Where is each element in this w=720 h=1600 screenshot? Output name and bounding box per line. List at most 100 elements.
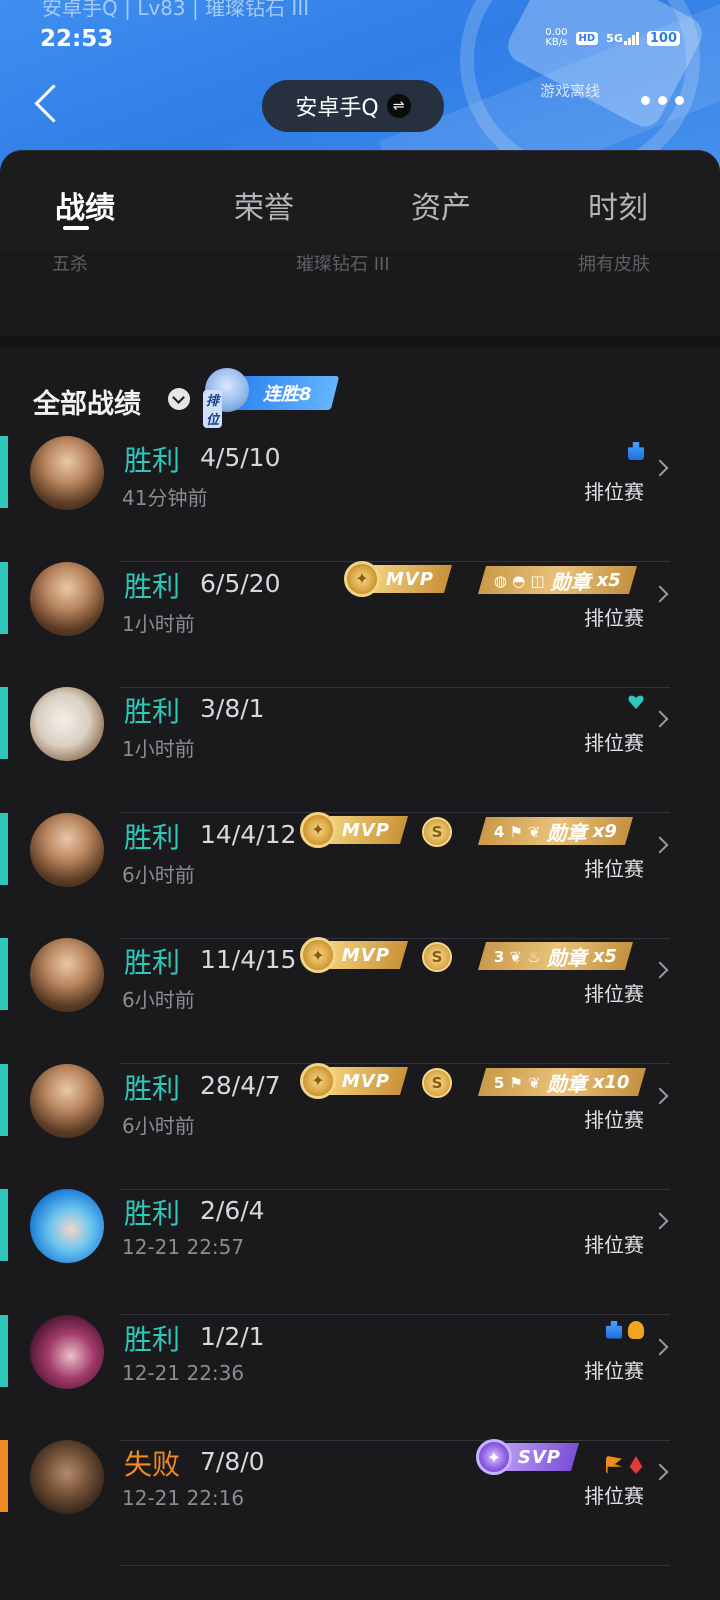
tab-assets[interactable]: 资产 — [411, 183, 471, 227]
hero-avatar[interactable] — [30, 1063, 104, 1138]
swap-icon: ⇌ — [386, 94, 411, 118]
result-accent-bar — [0, 1063, 8, 1136]
match-list-filter[interactable]: 全部战绩 — [33, 382, 141, 421]
hero-avatar[interactable] — [30, 1314, 104, 1389]
chevron-right-icon[interactable] — [651, 1087, 669, 1104]
stat-label-pentakill: 五杀 — [52, 254, 88, 275]
status-bar-indicators: 0.00 KB/s HD 5G 100 — [545, 28, 680, 48]
mvp-emblem-icon: ✦ — [300, 1062, 336, 1099]
match-time: 12-21 22:36 — [122, 1360, 245, 1385]
hero-avatar[interactable] — [30, 1189, 104, 1263]
network-speed-unit: KB/s — [545, 37, 568, 48]
match-row[interactable]: 胜利 3/8/1 1小时前 排位赛 — [0, 687, 720, 813]
tab-honor[interactable]: 荣誉 — [234, 183, 294, 227]
match-mode: 排位赛 — [584, 982, 644, 1006]
chevron-right-icon[interactable] — [651, 585, 669, 602]
match-row[interactable]: 胜利 4/5/10 41分钟前 排位赛 — [0, 436, 720, 562]
tab-bar: 战绩 荣誉 资产 时刻 — [0, 150, 720, 252]
medal-content: 5 ⚑ ❦ 勋章 x10 — [494, 1067, 630, 1096]
match-mode: 排位赛 — [584, 1233, 644, 1257]
match-kda: 3/8/1 — [200, 694, 265, 723]
match-mode: 排位赛 — [584, 1484, 644, 1508]
match-row[interactable]: 胜利 2/6/4 12-21 22:57 排位赛 — [0, 1189, 720, 1315]
match-time: 12-21 22:57 — [122, 1235, 245, 1259]
match-result: 胜利 — [124, 1071, 181, 1105]
mvp-emblem-icon: ✦ — [300, 937, 336, 973]
tab-moments[interactable]: 时刻 — [588, 183, 648, 227]
match-kda: 7/8/0 — [200, 1447, 265, 1476]
mvp-badge: ✦ MVP — [344, 560, 453, 597]
match-row[interactable]: 胜利 1/2/1 12-21 22:36 排位赛 — [0, 1314, 720, 1441]
match-mode: 排位赛 — [584, 1358, 644, 1383]
medal-icons: ◍ ◓ ◫ — [494, 570, 545, 589]
match-kda: 2/6/4 — [200, 1196, 265, 1225]
chevron-right-icon[interactable] — [651, 836, 669, 853]
chevron-right-icon[interactable] — [651, 961, 669, 979]
match-time: 41分钟前 — [122, 486, 208, 510]
hero-avatar[interactable] — [30, 812, 104, 887]
hero-avatar[interactable] — [30, 561, 104, 636]
match-row[interactable]: 失败 7/8/0 12-21 22:16 排位赛 ✦ SVP — [0, 1439, 720, 1566]
medal-label: 勋章 — [546, 945, 587, 970]
medal-banner: ◍ ◓ ◫ 勋章 x5 — [477, 565, 637, 594]
medal-label: 勋章 — [550, 569, 591, 593]
match-kda: 1/2/1 — [200, 1321, 265, 1351]
chevron-right-icon[interactable] — [651, 1212, 669, 1230]
match-mode: 排位赛 — [584, 731, 644, 755]
match-time: 6小时前 — [122, 988, 195, 1012]
match-time: 6小时前 — [122, 862, 195, 887]
account-switcher[interactable]: 安卓手Q ⇌ — [262, 80, 444, 132]
match-row[interactable]: 胜利 11/4/15 6小时前 排位赛 ✦ MVP S 3 ❦ ♨ 勋章 x5 — [0, 937, 720, 1064]
medal-icons: 5 ⚑ ❦ — [494, 1072, 541, 1091]
achievement-icons — [606, 1456, 644, 1474]
tab-record[interactable]: 战绩 — [55, 183, 115, 227]
match-row[interactable]: 胜利 14/4/12 6小时前 排位赛 ✦ MVP S 4 ⚑ ❦ 勋章 x9 — [0, 811, 720, 939]
mvp-emblem-icon: ✦ — [300, 811, 336, 848]
medal-icons: 3 ❦ ♨ — [494, 947, 541, 965]
s-coin-icon: S — [422, 942, 452, 972]
match-result: 胜利 — [124, 444, 181, 477]
more-options-button[interactable] — [641, 96, 684, 105]
hero-avatar[interactable] — [30, 436, 104, 510]
result-accent-bar — [0, 561, 8, 634]
match-mode: 排位赛 — [584, 605, 644, 630]
mvp-badge: ✦ MVP — [300, 937, 409, 973]
match-row[interactable]: 胜利 28/4/7 6小时前 排位赛 ✦ MVP S 5 ⚑ ❦ 勋章 x10 — [0, 1062, 720, 1190]
medal-banner: 5 ⚑ ❦ 勋章 x10 — [477, 1067, 646, 1096]
streak-text: 连胜8 — [262, 384, 312, 405]
hero-avatar[interactable] — [30, 1440, 104, 1514]
hero-avatar[interactable] — [30, 938, 104, 1012]
back-button[interactable] — [30, 84, 70, 128]
medal-banner: 4 ⚑ ❦ 勋章 x9 — [477, 816, 634, 845]
medal-band: 3 ❦ ♨ 勋章 x5 — [477, 942, 634, 970]
chevron-right-icon[interactable] — [651, 710, 669, 728]
match-mode: 排位赛 — [584, 1107, 644, 1132]
network-speed: 0.00 KB/s — [545, 28, 567, 48]
match-row[interactable]: 胜利 6/5/20 1小时前 排位赛 ✦ MVP ◍ ◓ ◫ 勋章 x5 — [0, 560, 720, 688]
result-accent-bar — [0, 812, 8, 885]
match-time: 1小时前 — [122, 737, 195, 761]
match-result: 胜利 — [124, 1322, 181, 1356]
tab-active-indicator — [63, 226, 89, 230]
medal-band: ◍ ◓ ◫ 勋章 x5 — [477, 565, 637, 594]
chevron-right-icon[interactable] — [651, 1463, 669, 1481]
hero-avatar[interactable] — [30, 687, 104, 761]
badge-label: SVP — [518, 1446, 562, 1468]
more-dot-icon — [641, 96, 650, 105]
medal-content: 4 ⚑ ❦ 勋章 x9 — [494, 816, 617, 845]
badge-label: MVP — [386, 568, 435, 589]
match-time: 6小时前 — [122, 1113, 195, 1138]
match-kda: 11/4/15 — [200, 945, 297, 974]
teal-achievement-icon — [628, 693, 644, 711]
network-type: 5G — [606, 31, 623, 45]
medal-label: 勋章 — [546, 820, 587, 844]
achievement-icons — [606, 1320, 644, 1339]
chevron-right-icon[interactable] — [651, 459, 669, 477]
status-bar-time: 22:53 — [40, 26, 114, 52]
chevron-right-icon[interactable] — [651, 1338, 669, 1355]
s-coin-icon: S — [422, 1067, 452, 1098]
result-accent-bar — [0, 436, 8, 508]
s-coin-icon: S — [422, 816, 452, 847]
chevron-down-icon[interactable] — [168, 388, 190, 410]
badge-label: MVP — [342, 944, 391, 966]
